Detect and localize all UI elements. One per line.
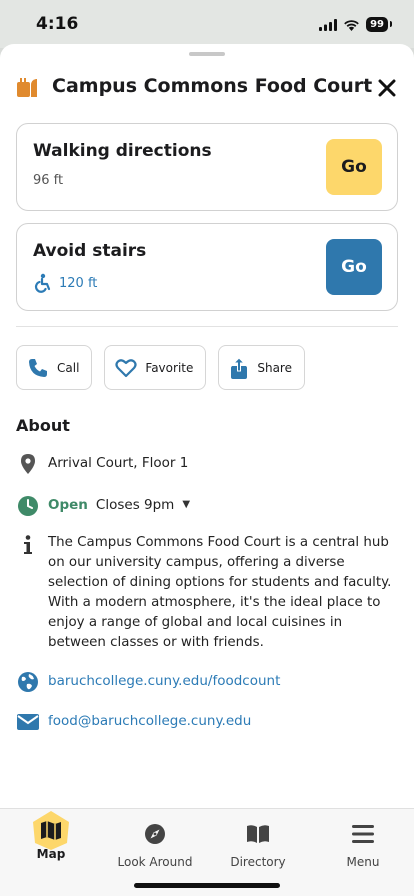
hamburger-menu-icon [352,825,374,843]
accessible-distance-row: 120 ft [33,273,97,293]
tab-menu-label: Menu [346,855,380,869]
walking-directions-card[interactable]: Walking directions 96 ft Go [16,123,398,211]
avoid-stairs-title: Avoid stairs [33,241,147,261]
walking-distance: 96 ft [33,173,64,188]
chevron-down-icon[interactable]: ▼ [182,495,190,515]
tab-map[interactable]: Map [6,811,96,861]
book-icon [247,825,269,843]
tab-directory-label: Directory [230,855,286,869]
tab-map-label: Map [36,847,66,861]
email-row[interactable]: food@baruchcollege.cuny.edu [16,711,396,731]
website-link[interactable]: baruchcollege.cuny.edu/foodcount [48,671,280,691]
wheelchair-icon [35,273,51,293]
email-link[interactable]: food@baruchcollege.cuny.edu [48,711,251,731]
place-title: Campus Commons Food Court [52,75,373,97]
tab-directory[interactable]: Directory [213,821,303,869]
location-text: Arrival Court, Floor 1 [48,455,189,471]
hours-row[interactable]: Open Closes 9pm ▼ [16,495,396,517]
website-row[interactable]: baruchcollege.cuny.edu/foodcount [16,671,396,693]
phone-icon [29,358,47,377]
accessible-distance: 120 ft [59,275,98,291]
map-icon [33,811,69,850]
close-icon[interactable] [376,77,398,99]
home-indicator [134,883,280,888]
battery-indicator: 99 [366,17,392,32]
map-pin-icon [21,454,35,474]
location-row: Arrival Court, Floor 1 [16,453,396,475]
description-text: The Campus Commons Food Court is a centr… [48,535,392,650]
avoid-stairs-card[interactable]: Avoid stairs 120 ft Go [16,223,398,311]
globe-icon [18,672,38,692]
action-buttons: Call Favorite Share [16,345,305,390]
divider [16,326,398,327]
share-icon [231,356,248,379]
open-status: Open [48,497,88,513]
clock-icon [18,496,38,516]
share-label: Share [257,360,292,375]
favorite-label: Favorite [145,360,194,375]
envelope-icon [17,714,39,730]
walking-go-button[interactable]: Go [326,139,382,195]
compass-icon [145,824,165,844]
sheet-header: Campus Commons Food Court [16,75,398,101]
tab-bar: Map Look Around Directory Menu [0,808,414,896]
avoid-stairs-go-button[interactable]: Go [326,239,382,295]
status-time: 4:16 [36,14,79,34]
status-icons: 99 [319,17,392,32]
about-heading: About [16,416,70,435]
wifi-icon [344,19,359,31]
tab-look-around[interactable]: Look Around [110,821,200,869]
heart-icon [115,358,137,377]
tab-menu[interactable]: Menu [318,821,408,869]
share-button[interactable]: Share [218,345,305,390]
tab-look-around-label: Look Around [117,855,193,869]
info-icon [24,535,32,554]
call-button[interactable]: Call [16,345,93,390]
food-court-icon [17,78,37,97]
hours-text: Closes 9pm [95,497,175,513]
status-bar: 4:16 99 [0,0,414,48]
call-label: Call [57,360,80,375]
cellular-signal-icon [319,18,338,31]
description-row: The Campus Commons Food Court is a centr… [16,533,396,653]
walking-directions-title: Walking directions [33,141,212,161]
favorite-button[interactable]: Favorite [104,345,207,390]
place-sheet: Campus Commons Food Court Walking direct… [0,44,414,808]
sheet-grabber[interactable] [189,52,225,56]
